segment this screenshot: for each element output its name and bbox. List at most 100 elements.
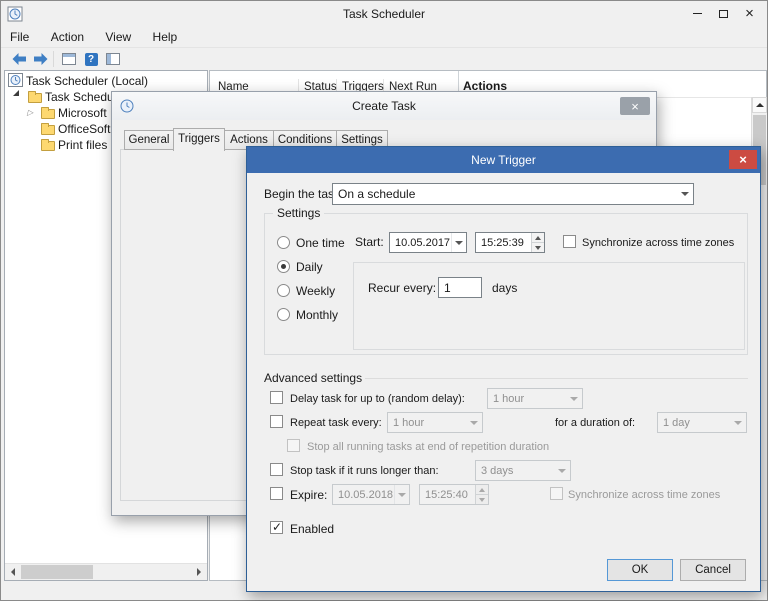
tree-item-print-files[interactable]: Print files bbox=[58, 138, 107, 152]
create-task-title: Create Task bbox=[112, 99, 656, 113]
back-icon bbox=[11, 52, 27, 66]
scroll-up-icon bbox=[756, 103, 764, 107]
scroll-left-button[interactable] bbox=[5, 564, 21, 580]
chevron-down-icon bbox=[451, 233, 466, 252]
menu-action[interactable]: Action bbox=[42, 27, 93, 44]
menu-view[interactable]: View bbox=[96, 27, 140, 44]
stop-task-checkbox[interactable] bbox=[270, 463, 283, 476]
chevron-down-icon bbox=[466, 413, 482, 432]
settings-group-label: Settings bbox=[273, 206, 324, 220]
ok-button[interactable]: OK bbox=[607, 559, 673, 581]
scroll-right-icon bbox=[197, 568, 201, 576]
sync-timezones-expire-checkbox bbox=[550, 487, 563, 500]
radio-weekly[interactable] bbox=[277, 284, 290, 297]
repeat-task-label[interactable]: Repeat task every: bbox=[290, 416, 382, 430]
recur-every-value: 1 bbox=[439, 278, 481, 297]
sync-timezones-label[interactable]: Synchronize across time zones bbox=[582, 236, 734, 250]
chevron-down-icon bbox=[394, 485, 409, 504]
radio-daily-label[interactable]: Daily bbox=[296, 260, 323, 274]
recur-every-input[interactable]: 1 bbox=[438, 277, 482, 298]
repeat-task-select: 1 hour bbox=[387, 412, 483, 433]
radio-one-time[interactable] bbox=[277, 236, 290, 249]
expire-checkbox[interactable] bbox=[270, 487, 283, 500]
delay-task-label[interactable]: Delay task for up to (random delay): bbox=[290, 392, 465, 406]
begin-task-select[interactable]: On a schedule bbox=[332, 183, 694, 205]
stop-all-tasks-checkbox bbox=[287, 439, 300, 452]
stop-task-value: 3 days bbox=[476, 461, 554, 480]
close-button[interactable] bbox=[729, 150, 757, 169]
enabled-label[interactable]: Enabled bbox=[290, 522, 334, 536]
menu-file[interactable]: File bbox=[1, 27, 38, 44]
expire-date-picker: 10.05.2018 bbox=[332, 484, 410, 505]
maximize-button[interactable] bbox=[711, 4, 736, 23]
toolbar bbox=[1, 48, 767, 70]
radio-one-time-label[interactable]: One time bbox=[296, 236, 345, 250]
begin-task-value: On a schedule bbox=[333, 184, 677, 204]
settings-group: Settings One time Daily Weekly Monthly S… bbox=[264, 213, 748, 355]
show-pane-button[interactable] bbox=[103, 51, 123, 67]
tab-triggers[interactable]: Triggers bbox=[173, 128, 225, 151]
scroll-up-button[interactable] bbox=[752, 97, 767, 113]
delay-task-checkbox[interactable] bbox=[270, 391, 283, 404]
start-date-picker[interactable]: 10.05.2017 bbox=[389, 232, 467, 253]
close-button[interactable] bbox=[737, 4, 762, 23]
console-tree-icon bbox=[62, 53, 76, 65]
tree-item-officesoft[interactable]: OfficeSoft bbox=[58, 122, 110, 136]
scheduler-root-icon bbox=[8, 73, 24, 87]
help-icon bbox=[85, 53, 98, 66]
duration-label: for a duration of: bbox=[555, 416, 635, 430]
cancel-button[interactable]: Cancel bbox=[680, 559, 746, 581]
maximize-icon bbox=[719, 10, 728, 18]
tab-general[interactable]: General bbox=[124, 130, 174, 150]
forward-button[interactable] bbox=[31, 51, 51, 67]
expander-closed-icon[interactable] bbox=[27, 109, 33, 117]
expire-date-value: 10.05.2018 bbox=[333, 485, 394, 504]
expander-open-icon[interactable] bbox=[13, 90, 19, 96]
expire-label[interactable]: Expire: bbox=[290, 488, 327, 502]
recur-every-label: Recur every: bbox=[368, 281, 436, 295]
tree-horizontal-scrollbar[interactable] bbox=[5, 563, 207, 580]
radio-monthly[interactable] bbox=[277, 308, 290, 321]
tree-item-root[interactable]: Task Scheduler (Local) bbox=[26, 74, 148, 88]
time-spinner[interactable] bbox=[531, 233, 544, 252]
recur-unit-label: days bbox=[492, 281, 517, 295]
scroll-right-button[interactable] bbox=[191, 564, 207, 580]
start-time-field[interactable]: 15:25:39 bbox=[475, 232, 545, 253]
stop-task-label[interactable]: Stop task if it runs longer than: bbox=[290, 464, 439, 478]
folder-icon bbox=[41, 125, 55, 135]
sync-timezones-expire-label: Synchronize across time zones bbox=[568, 488, 720, 502]
console-tree-button[interactable] bbox=[59, 51, 79, 67]
menu-bar: File Action View Help bbox=[1, 27, 767, 48]
scroll-left-icon bbox=[11, 568, 15, 576]
menu-help[interactable]: Help bbox=[144, 27, 187, 44]
folder-icon bbox=[28, 93, 42, 103]
scrollbar-thumb[interactable] bbox=[21, 565, 93, 579]
back-button[interactable] bbox=[9, 51, 29, 67]
advanced-settings-divider bbox=[365, 378, 748, 379]
sync-timezones-checkbox[interactable] bbox=[563, 235, 576, 248]
window-titlebar: Task Scheduler bbox=[1, 1, 767, 27]
spin-up-icon[interactable] bbox=[532, 233, 544, 243]
radio-daily[interactable] bbox=[277, 260, 290, 273]
radio-monthly-label[interactable]: Monthly bbox=[296, 308, 338, 322]
expire-time-value: 15:25:40 bbox=[420, 485, 475, 504]
duration-value: 1 day bbox=[658, 413, 730, 432]
new-trigger-dialog: New Trigger Begin the task: On a schedul… bbox=[246, 146, 761, 592]
delay-task-select: 1 hour bbox=[487, 388, 583, 409]
radio-weekly-label[interactable]: Weekly bbox=[296, 284, 335, 298]
minimize-button[interactable] bbox=[685, 4, 710, 23]
create-task-titlebar: Create Task bbox=[112, 92, 656, 120]
task-scheduler-window: Task Scheduler File Action View Help Tas… bbox=[0, 0, 768, 601]
close-button[interactable] bbox=[620, 97, 650, 115]
chevron-down-icon bbox=[554, 461, 570, 480]
enabled-checkbox[interactable] bbox=[270, 521, 283, 534]
forward-icon bbox=[33, 52, 49, 66]
folder-icon bbox=[41, 141, 55, 151]
advanced-settings-label: Advanced settings bbox=[264, 371, 362, 385]
spin-down-icon[interactable] bbox=[532, 243, 544, 252]
new-trigger-titlebar: New Trigger bbox=[247, 147, 760, 173]
repeat-task-checkbox[interactable] bbox=[270, 415, 283, 428]
tree-item-microsoft[interactable]: Microsoft bbox=[58, 106, 107, 120]
help-button[interactable] bbox=[81, 51, 101, 67]
toolbar-separator bbox=[53, 51, 54, 67]
